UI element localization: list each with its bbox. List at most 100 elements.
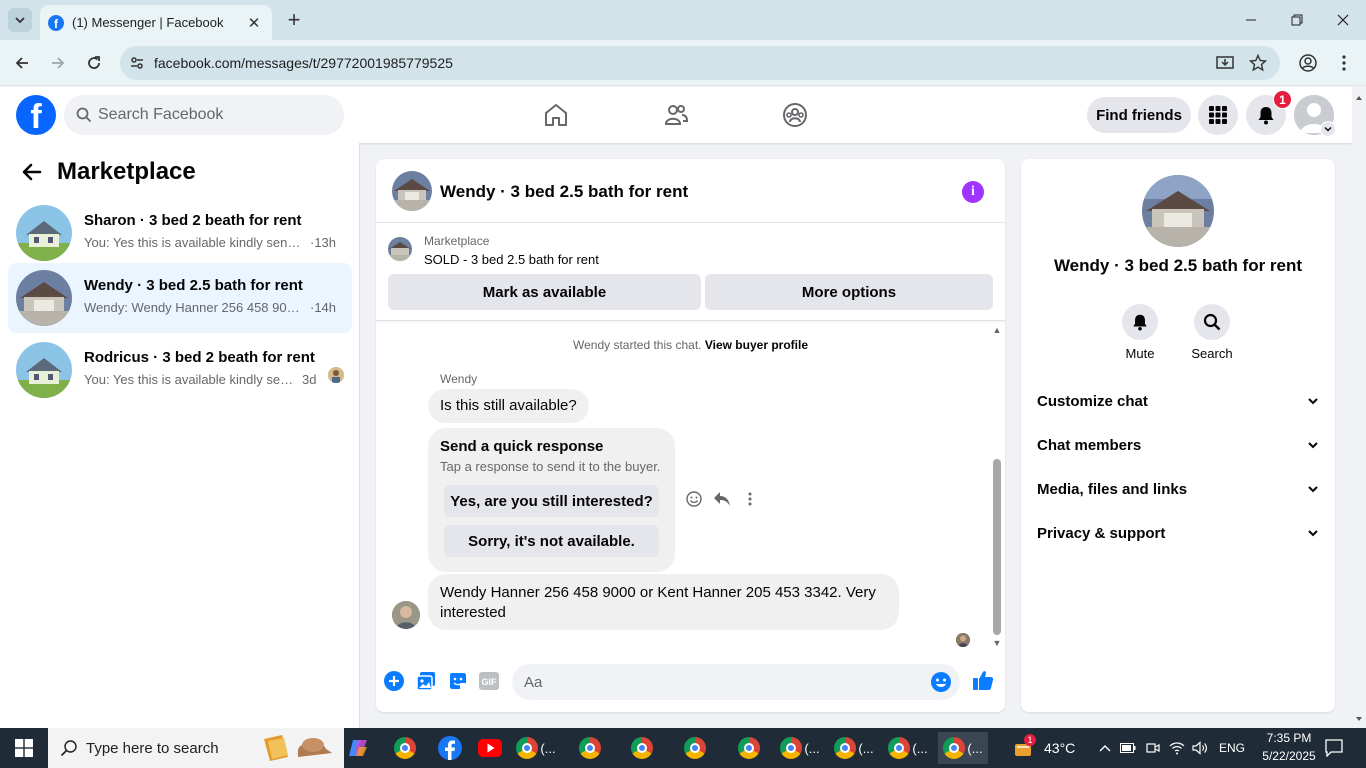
view-buyer-profile-link[interactable]: View buyer profile — [705, 338, 808, 352]
search-action[interactable]: Search — [1182, 304, 1242, 361]
nav-groups-icon[interactable] — [781, 101, 809, 129]
taskbar-chrome-icon[interactable] — [620, 732, 664, 764]
mark-available-button[interactable]: Mark as available — [388, 274, 701, 310]
clock-date[interactable]: 5/22/2025 — [1254, 749, 1324, 763]
battery-icon[interactable] — [1120, 740, 1136, 756]
message-input-box[interactable] — [512, 664, 960, 700]
taskbar-copilot-icon[interactable] — [336, 732, 380, 764]
scroll-down-arrow-icon[interactable]: ▼ — [992, 638, 1002, 648]
message-bubble[interactable]: Is this still available? — [428, 389, 589, 423]
customize-chat-row[interactable]: Customize chat — [1029, 381, 1327, 421]
restore-button[interactable] — [1274, 0, 1320, 40]
notifications-button[interactable]: 1 — [1246, 90, 1292, 135]
sender-avatar[interactable] — [392, 601, 420, 629]
react-emoji-icon[interactable] — [684, 489, 704, 509]
like-thumb-icon[interactable] — [971, 668, 995, 692]
tab-close-icon[interactable]: ✕ — [244, 14, 264, 32]
conversation-item-wendy[interactable]: Wendy · 3 bed 2.5 bath for rent Wendy: W… — [8, 263, 352, 333]
weather-icon[interactable]: 1 — [1012, 734, 1036, 758]
mute-action[interactable]: Mute — [1110, 304, 1170, 361]
scroll-down-arrow-icon[interactable] — [1352, 712, 1366, 726]
show-hidden-icons-chevron-icon[interactable] — [1097, 740, 1113, 756]
taskbar-youtube-icon[interactable] — [468, 732, 512, 764]
conversation-item-rodricus[interactable]: Rodricus · 3 bed 2 beath for rent You: Y… — [8, 335, 352, 405]
scrollbar-thumb[interactable] — [993, 459, 1001, 635]
back-arrow-icon[interactable] — [20, 160, 44, 184]
close-window-button[interactable] — [1320, 0, 1366, 40]
quick-response-option[interactable]: Sorry, it's not available. — [444, 525, 659, 557]
facebook-search[interactable] — [64, 95, 344, 135]
start-button[interactable] — [0, 728, 48, 768]
forward-button[interactable] — [46, 51, 70, 75]
notification-center-icon[interactable] — [1325, 739, 1343, 757]
mute-label: Mute — [1125, 346, 1155, 361]
taskbar-chrome-window[interactable]: (... — [512, 732, 560, 764]
clock-time[interactable]: 7:35 PM — [1260, 731, 1318, 745]
emoji-icon[interactable] — [930, 671, 952, 698]
taskbar-chrome-window[interactable]: (... — [830, 732, 878, 764]
language-indicator[interactable]: ENG — [1219, 741, 1245, 755]
gif-icon[interactable]: GIF — [478, 670, 500, 692]
minimize-button[interactable] — [1228, 0, 1274, 40]
taskbar-chrome-window-active[interactable]: (... — [938, 732, 988, 764]
temperature-text[interactable]: 43°C — [1044, 740, 1075, 756]
media-files-links-row[interactable]: Media, files and links — [1029, 469, 1327, 509]
taskbar-chrome-window[interactable]: (... — [884, 732, 932, 764]
taskbar-facebook-icon[interactable] — [428, 732, 472, 764]
tab-search-button[interactable] — [8, 8, 32, 32]
privacy-support-row[interactable]: Privacy & support — [1029, 513, 1327, 553]
page-scrollbar[interactable] — [1352, 87, 1366, 728]
more-vertical-icon[interactable] — [740, 489, 760, 509]
taskbar-chrome-icon[interactable] — [727, 732, 771, 764]
chat-avatar[interactable] — [392, 171, 432, 211]
account-chevron-icon[interactable] — [1320, 121, 1336, 137]
taskbar-search[interactable]: Type here to search — [48, 728, 344, 768]
chrome-profile-button[interactable] — [1296, 51, 1320, 75]
facebook-search-input[interactable] — [98, 106, 318, 124]
more-options-button[interactable]: More options — [705, 274, 993, 310]
address-bar[interactable]: facebook.com/messages/t/2977200198577952… — [120, 46, 1280, 80]
sticker-icon[interactable] — [447, 670, 469, 692]
bell-icon[interactable] — [1122, 304, 1158, 340]
new-tab-button[interactable]: + — [282, 8, 306, 32]
taskbar-chrome-icon[interactable] — [383, 732, 427, 764]
back-button[interactable] — [10, 51, 34, 75]
reload-button[interactable] — [82, 51, 106, 75]
taskbar-chrome-window[interactable]: (... — [776, 732, 824, 764]
browser-tab[interactable]: f (1) Messenger | Facebook ✕ — [40, 5, 272, 40]
nav-home-icon[interactable] — [542, 101, 570, 129]
scroll-up-arrow-icon[interactable]: ▲ — [992, 325, 1002, 335]
chrome-menu-button[interactable] — [1332, 51, 1356, 75]
site-info-icon[interactable] — [120, 55, 154, 71]
meet-now-icon[interactable] — [1145, 740, 1161, 756]
search-icon[interactable] — [1194, 304, 1230, 340]
scroll-up-arrow-icon[interactable] — [1352, 91, 1366, 105]
message-bubble[interactable]: Wendy Hanner 256 458 9000 or Kent Hanner… — [428, 574, 899, 630]
marketplace-label: Marketplace — [424, 234, 490, 248]
chat-members-row[interactable]: Chat members — [1029, 425, 1327, 465]
volume-icon[interactable] — [1192, 740, 1208, 756]
message-input[interactable] — [524, 673, 904, 691]
notification-count-badge: 1 — [1273, 90, 1292, 109]
taskbar-chrome-icon[interactable] — [673, 732, 717, 764]
bookmark-star-icon[interactable] — [1249, 54, 1267, 72]
conversation-item-sharon[interactable]: Sharon · 3 bed 2 beath for rent You: Yes… — [8, 198, 352, 268]
info-icon[interactable]: i — [962, 181, 984, 203]
listing-thumbnail[interactable] — [388, 237, 412, 261]
quick-response-option[interactable]: Yes, are you still interested? — [444, 485, 659, 517]
taskbar-chrome-icon[interactable] — [568, 732, 612, 764]
reply-icon[interactable] — [712, 489, 732, 509]
photo-icon[interactable] — [415, 670, 437, 692]
conversation-name: Sharon · 3 bed 2 beath for rent — [84, 212, 302, 229]
conversation-info-panel: Wendy · 3 bed 2.5 bath for rent Mute Sea… — [1021, 159, 1335, 712]
install-app-icon[interactable] — [1216, 54, 1234, 72]
wifi-icon[interactable] — [1169, 740, 1185, 756]
chat-title[interactable]: Wendy · 3 bed 2.5 bath for rent — [440, 182, 688, 202]
menu-button[interactable] — [1198, 95, 1238, 135]
facebook-logo-icon[interactable]: f — [16, 95, 56, 135]
find-friends-button[interactable]: Find friends — [1087, 97, 1191, 133]
conversation-avatar[interactable] — [1142, 175, 1214, 247]
plus-circle-icon[interactable] — [383, 670, 405, 692]
message-scrollbar[interactable]: ▲ ▼ — [990, 322, 1005, 652]
nav-friends-icon[interactable] — [662, 101, 690, 129]
